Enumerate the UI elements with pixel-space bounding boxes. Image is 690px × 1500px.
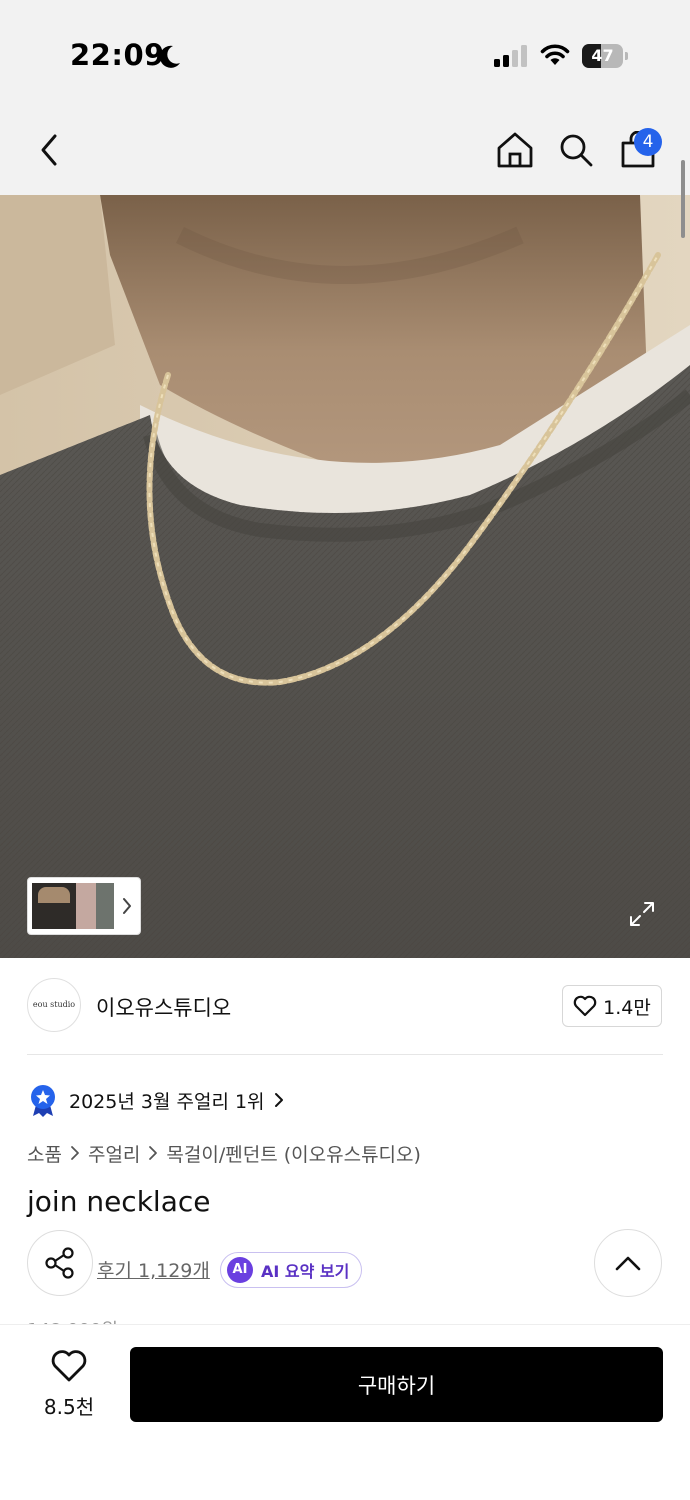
ai-badge-icon: AI [227,1257,253,1283]
home-button[interactable] [492,127,538,173]
expand-image-button[interactable] [622,894,662,934]
breadcrumb-item[interactable]: 주얼리 [88,1140,140,1167]
chevron-right-icon [149,1146,158,1160]
ai-summary-label: AI 요약 보기 [261,1262,350,1281]
ranking-medal-icon [31,1085,55,1117]
thumbnail-3[interactable] [96,883,114,929]
brand-name[interactable]: 이오유스튜디오 [96,992,231,1022]
heart-icon [573,995,597,1017]
divider [27,1054,663,1055]
thumbnail-2[interactable] [76,883,96,929]
wishlist-button[interactable]: 8.5천 [30,1349,108,1429]
chevron-up-icon [615,1256,641,1271]
scrollbar[interactable] [681,160,685,238]
wifi-icon [540,44,570,65]
search-icon [560,134,593,167]
brand-like-count: 1.4만 [603,996,651,1019]
product-image[interactable] [0,195,690,958]
battery-percent: 47 [591,46,614,65]
brand-like-button[interactable]: 1.4만 [562,985,662,1027]
ranking-link[interactable]: 2025년 3월 주얼리 1위 [27,1082,285,1118]
cart-count-badge: 4 [634,128,662,156]
battery-indicator: 47 [582,44,628,68]
breadcrumb: 소품 주얼리 목걸이/펜던트 (이오유스튜디오) [27,1138,421,1168]
chevron-right-icon[interactable] [120,896,134,916]
status-time: 22:09 [70,38,165,72]
breadcrumb-item[interactable]: 소품 [27,1140,62,1167]
chevron-right-icon [274,1093,283,1107]
chevron-right-icon [71,1146,79,1160]
moon-icon [159,45,180,68]
scroll-to-top-button[interactable] [594,1229,662,1297]
top-nav-bar [0,105,690,195]
breadcrumb-item[interactable]: 목걸이/펜던트 (이오유스튜디오) [166,1140,421,1167]
thumbnail-1[interactable] [32,883,76,929]
bottom-action-bar: 8.5천 구매하기 [0,1324,690,1500]
product-photo-illustration [0,195,690,958]
ai-summary-button[interactable]: AI AI 요약 보기 [220,1252,362,1288]
status-bar: 22:09 47 [0,0,690,105]
cellular-signal-icon [494,45,527,67]
chevron-left-icon [41,134,57,166]
back-button[interactable] [26,127,72,173]
expand-icon [630,902,654,926]
brand-row[interactable]: eou studio 이오유스튜디오 1.4만 [0,958,690,1054]
buy-button[interactable]: 구매하기 [130,1347,663,1422]
wishlist-count: 8.5천 [43,1395,95,1419]
ranking-text: 2025년 3월 주얼리 1위 [69,1090,265,1113]
heart-icon [51,1350,87,1382]
review-count-link[interactable]: 후기 1,129개 [97,1256,210,1283]
home-icon [497,132,533,168]
search-button[interactable] [553,127,599,173]
share-button[interactable] [27,1230,93,1296]
product-title: join necklace [27,1185,211,1218]
brand-logo[interactable]: eou studio [27,978,81,1032]
share-icon [45,1247,74,1279]
